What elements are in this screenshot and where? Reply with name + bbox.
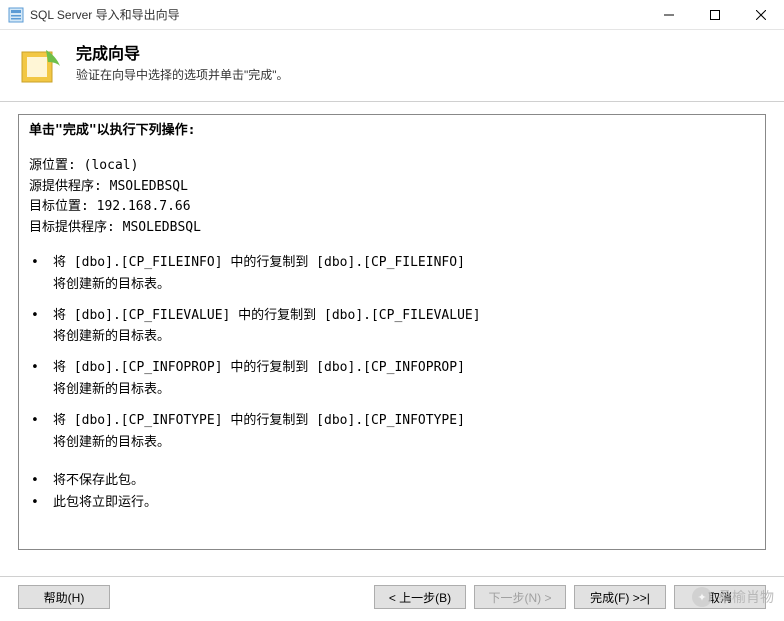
tail-text: 将不保存此包。 bbox=[53, 471, 755, 492]
operation-item: •将 [dbo].[CP_INFOPROP] 中的行复制到 [dbo].[CP_… bbox=[29, 358, 755, 379]
page-subtitle: 验证在向导中选择的选项并单击"完成"。 bbox=[76, 66, 289, 83]
bullet-icon: • bbox=[29, 306, 53, 327]
operation-subtext: 将创建新的目标表。 bbox=[53, 275, 755, 296]
target-provider-value: MSOLEDBSQL bbox=[123, 220, 201, 235]
source-provider-label: 源提供程序: bbox=[29, 179, 102, 194]
help-button[interactable]: 帮助(H) bbox=[18, 585, 110, 609]
bullet-icon: • bbox=[29, 471, 53, 492]
operation-text: 将 [dbo].[CP_INFOTYPE] 中的行复制到 [dbo].[CP_I… bbox=[53, 411, 755, 432]
target-location-label: 目标位置: bbox=[29, 199, 89, 214]
maximize-button[interactable] bbox=[692, 0, 738, 30]
cancel-button[interactable]: 取消 bbox=[674, 585, 766, 609]
target-provider-label: 目标提供程序: bbox=[29, 220, 115, 235]
bullet-icon: • bbox=[29, 411, 53, 432]
connection-meta: 源位置: (local) 源提供程序: MSOLEDBSQL 目标位置: 192… bbox=[29, 156, 755, 239]
app-icon bbox=[8, 7, 24, 23]
window-controls bbox=[646, 0, 784, 30]
bullet-icon: • bbox=[29, 358, 53, 379]
minimize-button[interactable] bbox=[646, 0, 692, 30]
operation-text: 将 [dbo].[CP_INFOPROP] 中的行复制到 [dbo].[CP_I… bbox=[53, 358, 755, 379]
operation-subtext: 将创建新的目标表。 bbox=[53, 433, 755, 454]
tail-item: •将不保存此包。 bbox=[29, 471, 755, 492]
operation-item: •将 [dbo].[CP_FILEINFO] 中的行复制到 [dbo].[CP_… bbox=[29, 253, 755, 274]
operation-item: •将 [dbo].[CP_FILEVALUE] 中的行复制到 [dbo].[CP… bbox=[29, 306, 755, 327]
source-location-value: (local) bbox=[84, 158, 139, 173]
wizard-footer: 帮助(H) < 上一步(B) 下一步(N) > 完成(F) >>| 取消 bbox=[0, 576, 784, 609]
operation-text: 将 [dbo].[CP_FILEINFO] 中的行复制到 [dbo].[CP_F… bbox=[53, 253, 755, 274]
source-provider-value: MSOLEDBSQL bbox=[110, 179, 188, 194]
target-location-value: 192.168.7.66 bbox=[97, 199, 191, 214]
operation-subtext: 将创建新的目标表。 bbox=[53, 380, 755, 401]
tail-text: 此包将立即运行。 bbox=[53, 493, 755, 514]
bullet-icon: • bbox=[29, 493, 53, 514]
wizard-icon bbox=[16, 42, 64, 90]
titlebar: SQL Server 导入和导出向导 bbox=[0, 0, 784, 30]
wizard-header: 完成向导 验证在向导中选择的选项并单击"完成"。 bbox=[0, 30, 784, 102]
close-button[interactable] bbox=[738, 0, 784, 30]
finish-button[interactable]: 完成(F) >>| bbox=[574, 585, 666, 609]
operation-text: 将 [dbo].[CP_FILEVALUE] 中的行复制到 [dbo].[CP_… bbox=[53, 306, 755, 327]
bullet-icon: • bbox=[29, 253, 53, 274]
page-title: 完成向导 bbox=[76, 40, 289, 64]
operations-list: •将 [dbo].[CP_FILEINFO] 中的行复制到 [dbo].[CP_… bbox=[29, 253, 755, 453]
next-button: 下一步(N) > bbox=[474, 585, 566, 609]
back-button[interactable]: < 上一步(B) bbox=[374, 585, 466, 609]
summary-panel: 单击"完成"以执行下列操作: 源位置: (local) 源提供程序: MSOLE… bbox=[18, 114, 766, 550]
operation-subtext: 将创建新的目标表。 bbox=[53, 327, 755, 348]
tail-list: •将不保存此包。•此包将立即运行。 bbox=[29, 471, 755, 514]
summary-heading: 单击"完成"以执行下列操作: bbox=[29, 121, 755, 142]
operation-item: •将 [dbo].[CP_INFOTYPE] 中的行复制到 [dbo].[CP_… bbox=[29, 411, 755, 432]
tail-item: •此包将立即运行。 bbox=[29, 493, 755, 514]
window-title: SQL Server 导入和导出向导 bbox=[30, 6, 646, 23]
source-location-label: 源位置: bbox=[29, 158, 76, 173]
